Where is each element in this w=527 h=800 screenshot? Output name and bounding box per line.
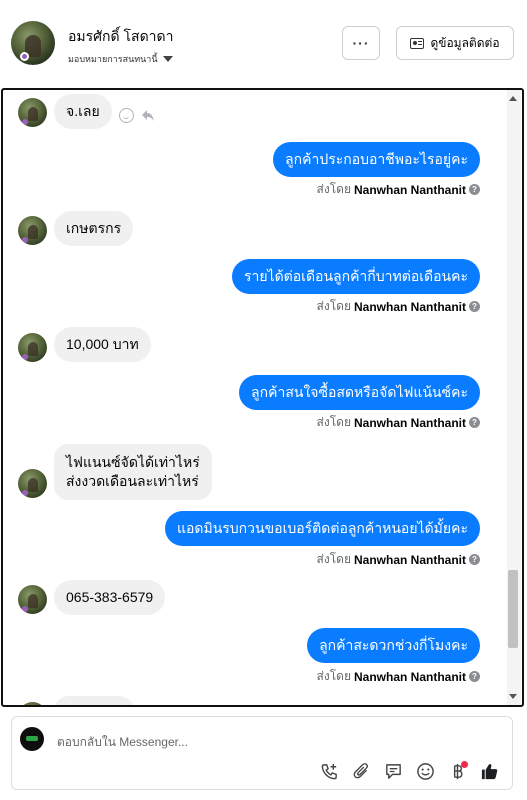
sender-avatar[interactable] [18, 216, 47, 245]
message-line: ไฟแนนซ์จัดได้เท่าไหร่ [66, 454, 200, 470]
sent-by-prefix: ส่งโดย [316, 552, 351, 566]
message-line: ส่งงวดเดือนละเท่าไหร่ [66, 473, 199, 489]
conversation-header: อมรศักดิ์ โสดาดา มอบหมายการสนทนานี้ ··· … [0, 0, 527, 88]
outgoing-message: รายได้ต่อเดือนลูกค้ากี่บาทต่อเดือนคะ [231, 259, 480, 294]
sender-name: Nanwhan Nanthanit [353, 552, 466, 567]
reply-icon[interactable] [140, 108, 156, 123]
sender-avatar[interactable] [18, 98, 47, 127]
sent-by-prefix: ส่งโดย [316, 299, 351, 313]
outgoing-message: ลูกค้าสนใจซื้อสดหรือจัดไฟแน้นซ์คะ [239, 375, 480, 410]
composer-toolbar [319, 761, 500, 782]
sent-by-line: ส่งโดย Nanwhan Nanthanit ? [317, 180, 480, 199]
sender-name: Nanwhan Nanthanit [353, 669, 466, 684]
sent-by-line: ส่งโดย Nanwhan Nanthanit ? [317, 413, 480, 432]
smile-icon[interactable] [119, 108, 134, 123]
more-options-button[interactable]: ··· [342, 26, 380, 60]
incoming-message: 10,000 บาท [54, 327, 151, 362]
notification-dot [461, 761, 468, 768]
view-contact-label: ดูข้อมูลติดต่อ [430, 35, 500, 50]
incoming-message: เกษตรกร [54, 211, 134, 246]
incoming-message-partial [54, 696, 134, 705]
outgoing-message: แอดมินรบกวนขอเบอร์ติดต่อลูกค้าหนอยได้มั้… [164, 511, 480, 546]
reply-input[interactable]: ตอบกลับใน Messenger... [57, 733, 188, 752]
sent-by-line: ส่งโดย Nanwhan Nanthanit ? [317, 667, 480, 686]
sent-by-prefix: ส่งโดย [316, 415, 351, 429]
assign-label: มอบหมายการสนทนานี้ [68, 54, 158, 64]
customer-name[interactable]: อมรศักดิ์ โสดาดา [68, 26, 173, 48]
message-thread[interactable]: จ.เลย ลูกค้าประกอบอาชีพอะไรอยู่คะ ส่งโดย… [1, 88, 524, 707]
sender-avatar[interactable] [18, 333, 47, 362]
payment-icon[interactable] [447, 761, 468, 782]
scroll-up-arrow-icon[interactable] [509, 96, 517, 101]
incoming-message: จ.เลย [54, 94, 112, 129]
reply-composer: ตอบกลับใน Messenger... [11, 716, 513, 790]
saved-reply-icon[interactable] [383, 761, 404, 782]
page-avatar [20, 727, 44, 751]
like-icon[interactable] [479, 761, 500, 782]
sender-name: Nanwhan Nanthanit [353, 299, 466, 314]
sender-avatar[interactable] [18, 585, 47, 614]
incoming-message: 065-383-6579 [54, 580, 166, 615]
sender-avatar[interactable] [18, 469, 47, 498]
sender-avatar[interactable] [18, 702, 47, 705]
incoming-message: ไฟแนนซ์จัดได้เท่าไหร่ ส่งงวดเดือนละเท่าไ… [54, 444, 212, 500]
customer-avatar[interactable] [11, 21, 55, 65]
scrollbar-thumb[interactable] [508, 570, 518, 648]
sent-by-line: ส่งโดย Nanwhan Nanthanit ? [317, 550, 480, 569]
outgoing-message: ลูกค้าสะดวกช่วงกี่โมงคะ [307, 628, 480, 663]
help-icon[interactable]: ? [469, 184, 480, 195]
help-icon[interactable]: ? [469, 671, 480, 682]
outgoing-message: ลูกค้าประกอบอาชีพอะไรอยู่คะ [273, 142, 480, 177]
help-icon[interactable]: ? [469, 301, 480, 312]
scroll-down-arrow-icon[interactable] [509, 694, 517, 699]
view-contact-button[interactable]: ดูข้อมูลติดต่อ [396, 26, 514, 60]
assign-conversation-dropdown[interactable]: มอบหมายการสนทนานี้ [68, 52, 173, 66]
status-dot [20, 52, 29, 61]
attach-icon[interactable] [351, 761, 372, 782]
scrollbar[interactable] [507, 90, 521, 705]
sender-name: Nanwhan Nanthanit [353, 182, 466, 197]
more-icon: ··· [352, 35, 370, 51]
sent-by-prefix: ส่งโดย [316, 182, 351, 196]
message-actions [119, 108, 156, 123]
emoji-icon[interactable] [415, 761, 436, 782]
contact-card-icon [410, 37, 425, 49]
sender-name: Nanwhan Nanthanit [353, 415, 466, 430]
help-icon[interactable]: ? [469, 417, 480, 428]
sent-by-prefix: ส่งโดย [316, 669, 351, 683]
help-icon[interactable]: ? [469, 554, 480, 565]
sent-by-line: ส่งโดย Nanwhan Nanthanit ? [317, 297, 480, 316]
caret-down-icon [162, 56, 173, 62]
call-add-icon[interactable] [319, 761, 340, 782]
